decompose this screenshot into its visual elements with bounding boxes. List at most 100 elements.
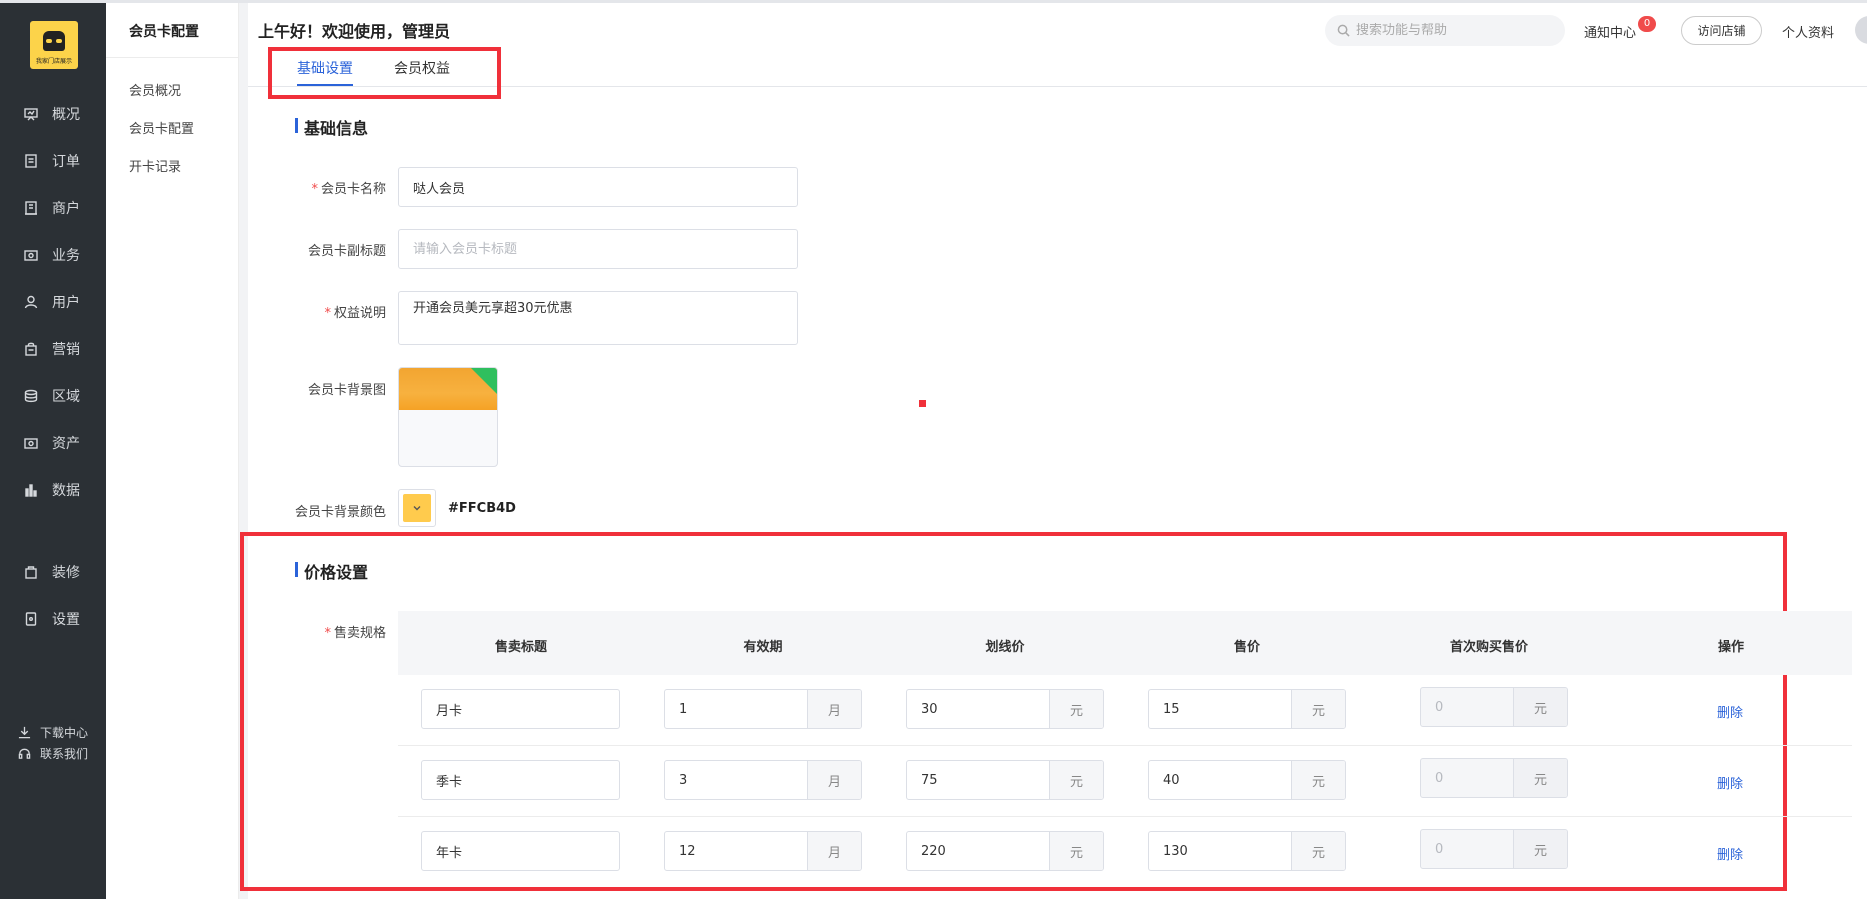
bg-color-hex: #FFCB4D (448, 501, 516, 516)
paint-bag-icon (24, 565, 38, 579)
subnav-item-overview[interactable]: 会员概况 (129, 80, 181, 99)
sidebar-item-label: 数据 (52, 483, 80, 499)
bg-color-label: 会员卡背景颜色 (294, 505, 386, 520)
sidebar-item-merchants[interactable]: 商户 (0, 193, 106, 223)
sidebar-item-assets[interactable]: 资产 (0, 428, 106, 458)
validity-input[interactable]: 3月 (664, 760, 862, 800)
col-sale-price: 售价 (1233, 640, 1261, 655)
delete-link[interactable]: 删除 (1717, 773, 1743, 792)
col-sale-title: 售卖标题 (494, 640, 548, 655)
sidebar-item-decoration[interactable]: 装修 (0, 557, 106, 587)
selected-corner-icon (471, 368, 497, 394)
settings-icon (24, 612, 38, 626)
download-label: 下载中心 (40, 725, 89, 740)
headset-icon (18, 747, 32, 760)
sale-price-input[interactable]: 40 元 (1148, 760, 1346, 800)
notification-badge: 0 (1638, 16, 1656, 32)
briefcase-icon (24, 248, 38, 262)
sidebar-item-users[interactable]: 用户 (0, 287, 106, 317)
col-strike-price: 划线价 (985, 640, 1025, 655)
first-price-input: 0元 (1420, 758, 1568, 798)
red-marker (919, 400, 926, 407)
table-row: 月卡 1月 30 元 15 元 0元 删除 (398, 675, 1852, 746)
first-price-input: 0元 (1420, 829, 1568, 869)
sidebar-download-center[interactable]: 下载中心 (0, 722, 106, 742)
subnav-item-card-config[interactable]: 会员卡配置 (129, 118, 194, 137)
benefit-desc-textarea[interactable]: 开通会员美元享超30元优惠 (398, 291, 798, 345)
basic-info-title: 基础信息 (295, 115, 368, 139)
delete-link[interactable]: 删除 (1717, 702, 1743, 721)
spec-table-header: 售卖标题 有效期 划线价 售价 首次购买售价 操作 (398, 611, 1852, 675)
sale-price-input[interactable]: 15 元 (1148, 689, 1346, 729)
col-validity: 有效期 (743, 640, 783, 655)
sidebar-item-label: 订单 (52, 154, 80, 170)
sidebar-item-label: 区域 (52, 389, 80, 405)
sidebar-item-overview[interactable]: 概况 (0, 99, 106, 129)
card-name-input[interactable] (398, 167, 798, 207)
sidebar-item-label: 装修 (52, 565, 80, 581)
contact-label: 联系我们 (40, 746, 89, 761)
delete-link[interactable]: 删除 (1717, 844, 1743, 863)
sidebar-item-region[interactable]: 区域 (0, 381, 106, 411)
sidebar-item-label: 营销 (52, 342, 80, 358)
card-subtitle-label: 会员卡副标题 (307, 244, 386, 259)
bg-color-picker[interactable] (398, 489, 436, 527)
sidebar-item-business[interactable]: 业务 (0, 240, 106, 270)
store-icon (24, 201, 38, 215)
search-box[interactable] (1325, 15, 1565, 46)
col-first-price: 首次购买售价 (1449, 640, 1529, 655)
col-actions: 操作 (1717, 640, 1745, 655)
greeting-text: 上午好！欢迎使用，管理员 (258, 22, 451, 41)
strike-price-input[interactable]: 220 元 (906, 831, 1104, 871)
download-icon (18, 726, 32, 739)
card-subtitle-input[interactable] (398, 229, 798, 269)
sidebar-item-label: 用户 (52, 295, 80, 311)
sale-title-input[interactable]: 月卡 (421, 689, 620, 729)
price-settings-title: 价格设置 (295, 559, 368, 583)
validity-input[interactable]: 12 月 (664, 831, 862, 871)
avatar[interactable] (1855, 16, 1867, 44)
search-icon (1337, 24, 1350, 37)
chevron-down-icon (413, 506, 421, 511)
strike-price-input[interactable]: 75 元 (906, 760, 1104, 800)
sale-title-input[interactable]: 年卡 (421, 831, 620, 871)
benefit-desc-label: * 权益说明 (324, 306, 386, 321)
sale-spec-label: * 售卖规格 (324, 626, 386, 641)
member-card-subnav: 会员卡配置 会员概况 会员卡配置 开卡记录 (106, 3, 239, 899)
table-row: 年卡 12 月 220 元 130 元 0元 删除 (398, 817, 1852, 888)
subnav-divider (106, 57, 239, 58)
profile-link[interactable]: 个人资料 (1782, 22, 1834, 41)
sidebar-item-label: 概况 (52, 107, 80, 123)
sidebar-contact-us[interactable]: 联系我们 (0, 743, 106, 763)
top-border (0, 0, 1867, 3)
sidebar-item-label: 资产 (52, 436, 80, 452)
sidebar-item-label: 商户 (52, 201, 80, 217)
visit-store-button[interactable]: 访问店铺 (1681, 16, 1762, 45)
validity-input[interactable]: 1月 (664, 689, 862, 729)
sidebar-item-orders[interactable]: 订单 (0, 146, 106, 176)
subnav-item-open-records[interactable]: 开卡记录 (129, 156, 181, 175)
sidebar-item-settings[interactable]: 设置 (0, 604, 106, 634)
search-input[interactable] (1356, 23, 1556, 38)
main-sidebar: 我家门店展示 概况 订单 商户 业务 用户 营销 区域 资产 数据 装修 设置 … (0, 3, 106, 899)
table-row: 季卡 3月 75 元 40 元 0元 删除 (398, 746, 1852, 817)
subnav-title: 会员卡配置 (129, 24, 199, 40)
logo-text: 我家门店展示 (35, 58, 72, 65)
first-price-input: 0元 (1420, 687, 1568, 727)
sidebar-item-marketing[interactable]: 营销 (0, 334, 106, 364)
sale-price-input[interactable]: 130 元 (1148, 831, 1346, 871)
tabs-highlight-box (268, 47, 501, 99)
strike-price-input[interactable]: 30 元 (906, 689, 1104, 729)
logo-mask-icon (43, 31, 65, 51)
sale-title-input[interactable]: 季卡 (421, 760, 620, 800)
bg-image-upload[interactable] (398, 367, 498, 467)
color-swatch (403, 494, 431, 522)
app-logo[interactable]: 我家门店展示 (30, 21, 78, 69)
notification-center[interactable]: 通知中心 (1584, 22, 1636, 41)
sidebar-item-data[interactable]: 数据 (0, 475, 106, 505)
sidebar-item-label: 业务 (52, 248, 80, 264)
wallet-icon (24, 436, 38, 450)
sidebar-item-label: 设置 (52, 612, 80, 628)
layers-icon (24, 389, 38, 403)
bar-chart-icon (24, 483, 38, 497)
